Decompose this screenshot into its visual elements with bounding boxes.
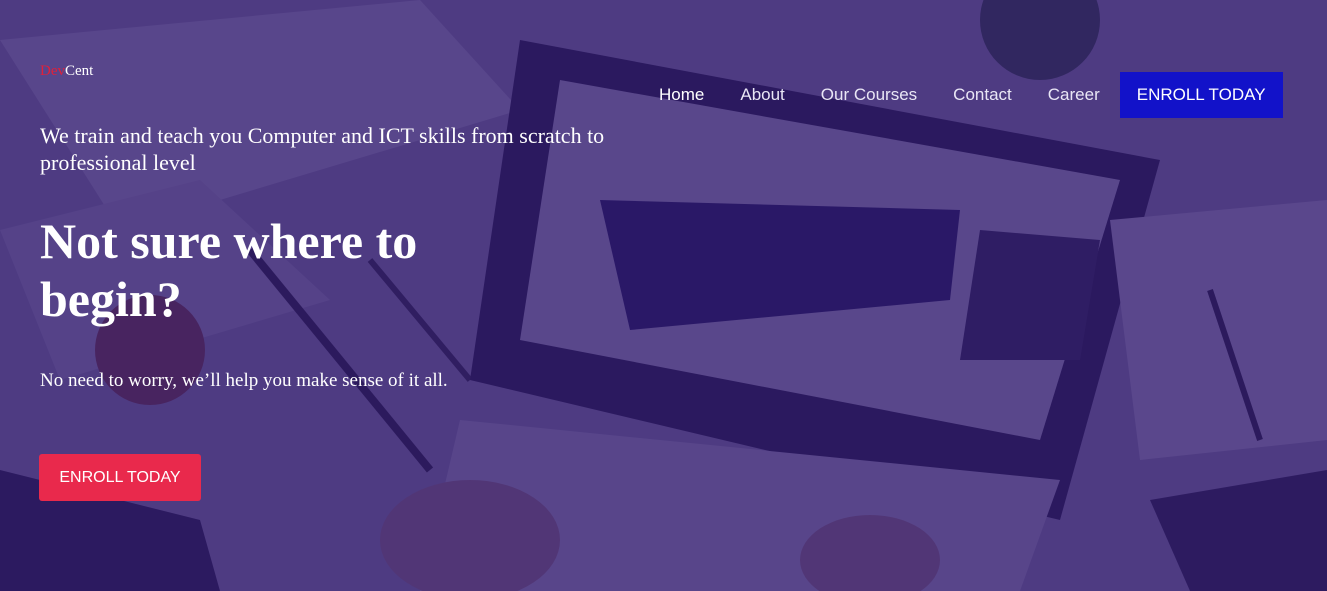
enroll-cta-button[interactable]: ENROLL TODAY: [39, 454, 201, 501]
nav-item-our-courses[interactable]: Our Courses: [803, 72, 935, 118]
nav-item-contact[interactable]: Contact: [935, 72, 1030, 118]
hero-headline: Not sure where to begin?: [40, 213, 418, 327]
hero-subtext: No need to worry, we’ll help you make se…: [40, 370, 448, 391]
nav-enroll-button[interactable]: ENROLL TODAY: [1119, 72, 1283, 118]
nav-item-about[interactable]: About: [722, 72, 802, 118]
logo[interactable]: DevCent: [40, 63, 93, 80]
logo-part-cent: Cent: [65, 63, 94, 79]
nav-item-career[interactable]: Career: [1030, 72, 1118, 118]
hero-content: DevCent Home About Our Courses Contact C…: [0, 0, 1327, 591]
logo-part-dev: Dev: [40, 63, 65, 79]
main-nav: Home About Our Courses Contact Career EN…: [641, 72, 1283, 118]
nav-item-home[interactable]: Home: [641, 72, 722, 118]
hero-tagline: We train and teach you Computer and ICT …: [40, 123, 605, 175]
hero-section: DevCent Home About Our Courses Contact C…: [0, 0, 1327, 591]
